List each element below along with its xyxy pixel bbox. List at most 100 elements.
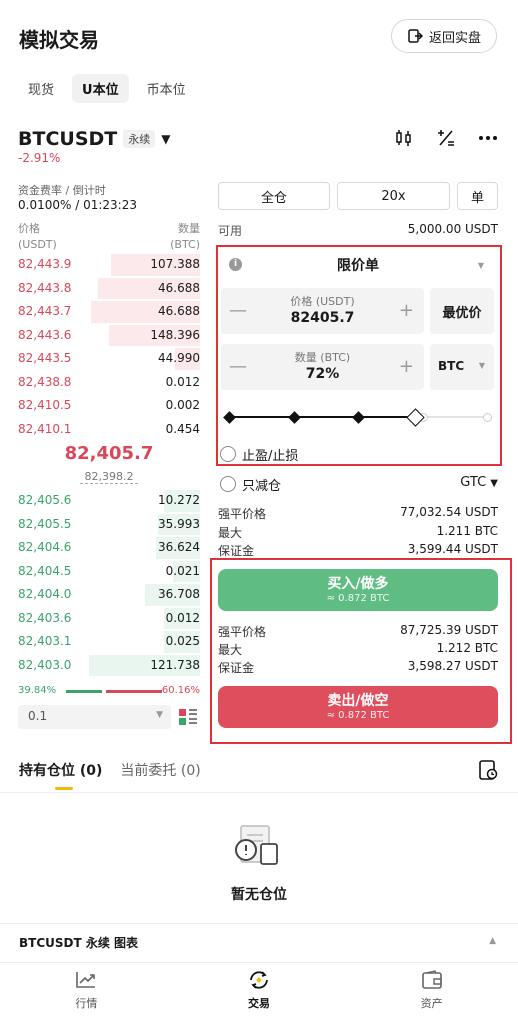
row-price: 82,403.6: [18, 610, 72, 625]
trade-icon: [250, 971, 268, 989]
bid-row[interactable]: 82,404.0 36.708: [18, 583, 200, 607]
buy-margin-label: 保证金: [218, 544, 255, 558]
nav-assets[interactable]: 资产: [345, 963, 518, 1029]
active-tab-underline: [55, 787, 73, 790]
nav-markets[interactable]: 行情: [0, 963, 173, 1029]
chevron-down-icon: ▼: [490, 478, 498, 489]
bid-row[interactable]: 82,403.0 121.738: [18, 654, 200, 678]
reduce-only-checkbox[interactable]: [220, 476, 236, 492]
price-change: -2.91%: [18, 151, 61, 165]
ask-row[interactable]: 82,438.8 0.012: [18, 371, 200, 395]
page-title: 模拟交易: [19, 28, 99, 52]
perpetual-badge: 永续: [123, 130, 156, 148]
row-quantity: 46.688: [158, 304, 200, 318]
row-quantity: 10.272: [158, 493, 200, 507]
position-mode-button[interactable]: 单: [457, 182, 498, 210]
bid-row[interactable]: 82,404.5 0.021: [18, 560, 200, 584]
quantity-input-label: 数量 (BTC): [294, 351, 351, 364]
row-quantity: 35.993: [158, 516, 200, 531]
back-to-live-label: 返回实盘: [428, 30, 481, 46]
quantity-unit-select[interactable]: BTC ▼: [430, 344, 494, 390]
sell-ratio-bar: [106, 690, 162, 693]
quantity-input[interactable]: — 数量 (BTC) 72% +: [221, 344, 424, 390]
slider-step-dot[interactable]: [483, 413, 492, 422]
quantity-input-value: 72%: [305, 366, 340, 382]
tab-coin-margined[interactable]: 币本位: [137, 74, 196, 103]
bid-row[interactable]: 82,403.6 0.012: [18, 607, 200, 631]
tab-spot[interactable]: 现货: [18, 74, 64, 103]
history-icon[interactable]: [477, 759, 499, 781]
buy-sell-ratio: 39.84% 60.16%: [18, 685, 200, 696]
orderbook-layout-icon[interactable]: [178, 707, 198, 727]
price-input[interactable]: — 价格 (USDT) 82405.7 +: [221, 288, 424, 334]
ask-row[interactable]: 82,443.9 107.388: [18, 253, 200, 277]
tpsl-label: 止盈/止损: [242, 449, 299, 464]
qty-header-unit: (BTC): [170, 238, 200, 251]
bid-row[interactable]: 82,403.1 0.025: [18, 630, 200, 654]
sell-short-amount: ≈ 0.872 BTC: [326, 710, 390, 721]
ask-row[interactable]: 82,443.6 148.396: [18, 324, 200, 348]
bottom-nav: 行情 交易 资产: [0, 962, 518, 1029]
reduce-only-label: 只减仓: [242, 479, 282, 494]
plus-icon[interactable]: +: [399, 356, 414, 377]
sell-margin-label: 保证金: [218, 661, 255, 675]
row-price: 82,405.5: [18, 516, 72, 531]
chart-section-toggle[interactable]: BTCUSDT 永续 图表: [19, 934, 138, 951]
header-actions: [394, 128, 498, 148]
buy-liq-value: 77,032.54 USDT: [400, 505, 498, 519]
tpsl-checkbox[interactable]: [220, 446, 236, 462]
ask-row[interactable]: 82,410.5 0.002: [18, 394, 200, 418]
precision-value: 0.1: [28, 709, 48, 723]
row-price: 82,403.1: [18, 634, 72, 648]
best-price-button[interactable]: 最优价: [430, 288, 494, 334]
ask-row[interactable]: 82,443.7 46.688: [18, 300, 200, 324]
tab-open-orders[interactable]: 当前委托 (0): [120, 760, 200, 780]
open-orders-tab-label: 当前委托: [120, 763, 177, 779]
mark-price[interactable]: 82,398.2: [80, 470, 138, 484]
order-type-select[interactable]: i 限价单 ▼: [220, 250, 496, 280]
sell-short-button[interactable]: 卖出/做空 ≈ 0.872 BTC: [218, 686, 498, 728]
tab-holdings[interactable]: 持有仓位 (0): [19, 760, 102, 780]
row-price: 82,410.1: [18, 421, 72, 436]
row-price: 82,405.6: [18, 493, 72, 507]
nav-trade[interactable]: 交易: [173, 963, 346, 1029]
order-type-label: 限价单: [337, 258, 379, 274]
plus-icon[interactable]: +: [399, 300, 414, 321]
row-quantity: 148.396: [150, 327, 200, 342]
holdings-tab-label: 持有仓位: [19, 763, 75, 779]
info-icon[interactable]: i: [229, 258, 242, 271]
margin-mode-button[interactable]: 全仓: [218, 182, 330, 210]
sell-liq-value: 87,725.39 USDT: [400, 623, 498, 637]
sell-short-label: 卖出/做空: [327, 693, 389, 709]
bid-row[interactable]: 82,405.5 35.993: [18, 513, 200, 537]
leverage-button[interactable]: 20x: [337, 182, 450, 210]
ask-row[interactable]: 82,410.1 0.454: [18, 418, 200, 442]
row-price: 82,443.7: [18, 304, 72, 318]
orderbook-price-header: 价格 (USDT): [18, 221, 57, 253]
row-price: 82,443.8: [18, 280, 72, 295]
back-to-live-button[interactable]: 返回实盘: [391, 19, 497, 53]
buy-margin-value: 3,599.44 USDT: [407, 542, 498, 556]
row-quantity: 36.708: [158, 587, 200, 601]
precision-select[interactable]: 0.1 ▼: [18, 705, 171, 729]
row-quantity: 121.738: [150, 657, 200, 672]
symbol-selector[interactable]: BTCUSDT 永续 ▼: [18, 128, 170, 150]
bid-row[interactable]: 82,404.6 36.624: [18, 536, 200, 560]
calculator-icon[interactable]: [436, 128, 456, 148]
more-icon[interactable]: [478, 128, 498, 148]
ask-row[interactable]: 82,443.8 46.688: [18, 277, 200, 301]
row-quantity: 36.624: [158, 540, 200, 554]
buy-long-button[interactable]: 买入/做多 ≈ 0.872 BTC: [218, 569, 498, 611]
ask-row[interactable]: 82,443.5 44.990: [18, 347, 200, 371]
tab-usdt-margined[interactable]: U本位: [72, 74, 129, 103]
time-in-force-select[interactable]: GTC ▼: [460, 475, 498, 490]
holdings-count: (0): [79, 763, 103, 779]
bid-row[interactable]: 82,405.6 10.272: [18, 489, 200, 513]
chevron-up-icon[interactable]: ▲: [489, 936, 496, 946]
row-quantity: 0.002: [165, 398, 200, 412]
row-quantity: 0.012: [165, 610, 200, 625]
time-in-force-value: GTC: [460, 475, 487, 490]
sell-max-value: 1.212 BTC: [436, 641, 498, 655]
candlestick-icon[interactable]: [394, 128, 414, 148]
buy-liq-label: 强平价格: [218, 507, 267, 521]
